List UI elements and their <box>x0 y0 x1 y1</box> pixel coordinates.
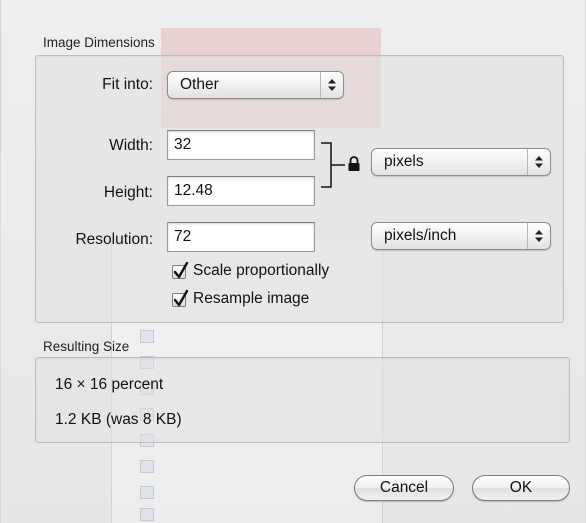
height-label: Height: <box>103 184 153 201</box>
size-unit-popup-value: pixels <box>384 153 424 170</box>
background-list-row <box>140 458 360 474</box>
resulting-file-size-text: 1.2 KB (was 8 KB) <box>55 411 182 428</box>
resample-image-label: Resample image <box>193 290 310 307</box>
checkmark-icon <box>173 261 189 279</box>
image-size-dialog: Image Dimensions Fit into: Other Width: … <box>0 0 586 523</box>
resolution-unit-popup[interactable]: pixels/inch <box>371 222 551 250</box>
lock-icon <box>348 156 360 171</box>
resolution-field[interactable]: 72 <box>167 222 315 252</box>
width-label: Width: <box>109 137 153 154</box>
background-list-row <box>140 328 360 344</box>
checkmark-icon <box>173 289 189 307</box>
resolution-label: Resolution: <box>75 231 153 248</box>
scale-proportionally-checkbox[interactable] <box>172 261 189 279</box>
resulting-size-group <box>35 357 570 443</box>
fit-into-popup-value: Other <box>180 76 219 93</box>
fit-into-label: Fit into: <box>102 76 153 93</box>
resulting-size-title: Resulting Size <box>43 339 130 354</box>
resolution-unit-popup-value: pixels/inch <box>384 227 457 244</box>
size-unit-popup[interactable]: pixels <box>371 148 551 176</box>
cancel-button[interactable]: Cancel <box>354 475 454 501</box>
image-dimensions-title: Image Dimensions <box>43 35 155 50</box>
height-field[interactable]: 12.48 <box>167 176 315 206</box>
resulting-dimensions-text: 16 × 16 percent <box>55 376 164 393</box>
up-down-arrows-icon <box>527 149 550 175</box>
up-down-arrows-icon <box>320 72 343 98</box>
resample-image-checkbox[interactable] <box>172 289 189 307</box>
width-field[interactable]: 32 <box>167 130 315 160</box>
proportion-link-bracket <box>321 142 345 188</box>
scale-proportionally-label: Scale proportionally <box>193 262 330 279</box>
fit-into-popup[interactable]: Other <box>167 71 344 99</box>
up-down-arrows-icon <box>527 223 550 249</box>
background-list-row <box>140 506 360 522</box>
ok-button[interactable]: OK <box>472 475 570 501</box>
background-list-row <box>140 484 360 500</box>
